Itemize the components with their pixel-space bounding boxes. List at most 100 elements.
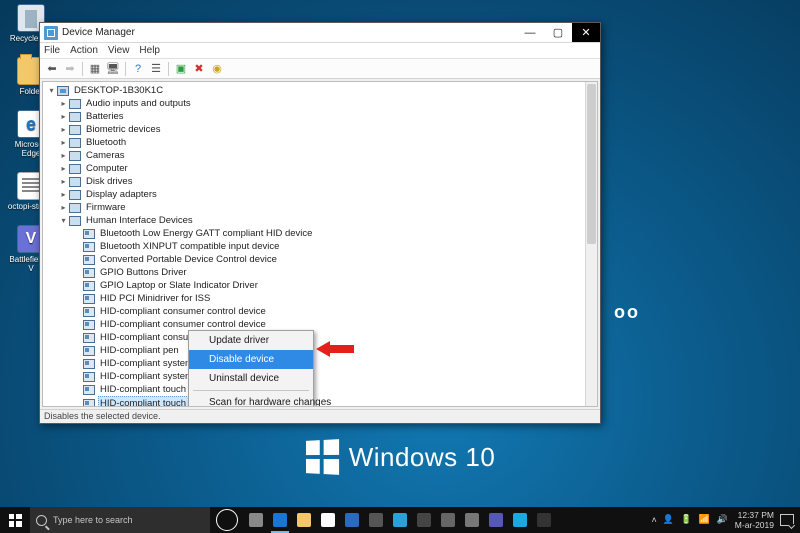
tree-node[interactable]: ▸Bluetooth bbox=[43, 136, 585, 149]
tree-node[interactable]: ▾Human Interface Devices bbox=[43, 214, 585, 227]
tree-node-label: Bluetooth Low Energy GATT compliant HID … bbox=[98, 227, 314, 240]
minimize-button[interactable]: ― bbox=[516, 23, 544, 42]
expand-icon[interactable] bbox=[73, 294, 82, 303]
tree-node[interactable]: Converted Portable Device Control device bbox=[43, 253, 585, 266]
tree-node[interactable]: Bluetooth XINPUT compatible input device bbox=[43, 240, 585, 253]
expand-icon[interactable] bbox=[73, 399, 82, 406]
taskbar-app-generic3[interactable] bbox=[412, 507, 436, 533]
expand-icon[interactable]: ▾ bbox=[59, 216, 68, 225]
expand-icon[interactable] bbox=[73, 255, 82, 264]
tree-node[interactable]: GPIO Laptop or Slate Indicator Driver bbox=[43, 279, 585, 292]
expand-icon[interactable]: ▾ bbox=[47, 86, 56, 95]
context-menu-item[interactable]: Update driver bbox=[189, 331, 313, 350]
context-menu-item[interactable]: Disable device bbox=[189, 350, 313, 369]
forward-button[interactable]: ➡ bbox=[62, 61, 78, 77]
expand-icon[interactable] bbox=[73, 372, 82, 381]
tree-node[interactable]: ▸Biometric devices bbox=[43, 123, 585, 136]
taskbar-app-mail[interactable] bbox=[340, 507, 364, 533]
start-button[interactable] bbox=[0, 507, 30, 533]
tray-battery-icon[interactable]: 🔋 bbox=[681, 514, 693, 526]
enable-button[interactable]: ▣ bbox=[173, 61, 189, 77]
taskbar-app-generic5[interactable] bbox=[460, 507, 484, 533]
expand-icon[interactable]: ▸ bbox=[59, 151, 68, 160]
expand-icon[interactable]: ▸ bbox=[59, 190, 68, 199]
taskbar-app-generic4[interactable] bbox=[436, 507, 460, 533]
task-view-button[interactable] bbox=[244, 507, 268, 533]
expand-icon[interactable]: ▸ bbox=[59, 112, 68, 121]
expand-icon[interactable] bbox=[73, 333, 82, 342]
tray-volume-icon[interactable]: 🔊 bbox=[717, 514, 729, 526]
tree-node[interactable]: HID-compliant touch pad bbox=[43, 383, 585, 396]
tree-node[interactable]: ▸Firmware bbox=[43, 201, 585, 214]
scrollbar-thumb[interactable] bbox=[587, 84, 596, 244]
context-menu-item[interactable]: Uninstall device bbox=[189, 369, 313, 388]
app-icon bbox=[44, 26, 58, 40]
tree-node[interactable]: Bluetooth Low Energy GATT compliant HID … bbox=[43, 227, 585, 240]
expand-icon[interactable] bbox=[73, 268, 82, 277]
expand-icon[interactable]: ▸ bbox=[59, 177, 68, 186]
expand-icon[interactable]: ▸ bbox=[59, 164, 68, 173]
system-tray[interactable]: ˄ 👤 🔋 📶 🔊 12:37 PM M-ar-2019 bbox=[646, 507, 800, 533]
tree-node[interactable]: HID-compliant pen bbox=[43, 344, 585, 357]
menu-item[interactable]: File bbox=[44, 45, 60, 56]
close-button[interactable]: ✕ bbox=[572, 23, 600, 42]
tree-node[interactable]: HID-compliant consumer control device bbox=[43, 318, 585, 331]
expand-icon[interactable] bbox=[73, 281, 82, 290]
scrollbar[interactable] bbox=[585, 82, 597, 406]
expand-icon[interactable] bbox=[73, 307, 82, 316]
expand-icon[interactable] bbox=[73, 320, 82, 329]
expand-icon[interactable]: ▸ bbox=[59, 138, 68, 147]
titlebar[interactable]: Device Manager ― ▢ ✕ bbox=[40, 23, 600, 43]
tree-node[interactable]: HID-compliant consumer control device bbox=[43, 331, 585, 344]
taskbar: Type here to search ˄ 👤 🔋 📶 🔊 12:37 PM M… bbox=[0, 507, 800, 533]
menu-item[interactable]: Help bbox=[139, 45, 160, 56]
taskbar-app-teams[interactable] bbox=[484, 507, 508, 533]
context-menu-item[interactable]: Scan for hardware changes bbox=[189, 393, 313, 407]
action-center-icon[interactable] bbox=[780, 514, 794, 526]
back-button[interactable]: ⬅ bbox=[44, 61, 60, 77]
cortana-button[interactable] bbox=[216, 509, 238, 531]
expand-icon[interactable] bbox=[73, 359, 82, 368]
tree-node[interactable]: ▸Cameras bbox=[43, 149, 585, 162]
devices-button[interactable]: 🖥 bbox=[105, 61, 121, 77]
taskbar-app-generic2[interactable] bbox=[388, 507, 412, 533]
tree-node[interactable]: ▸Disk drives bbox=[43, 175, 585, 188]
properties-button[interactable]: ☰ bbox=[148, 61, 164, 77]
tray-chevron-icon[interactable]: ˄ bbox=[652, 515, 657, 525]
expand-icon[interactable] bbox=[73, 242, 82, 251]
taskbar-app-store[interactable] bbox=[316, 507, 340, 533]
expand-icon[interactable]: ▸ bbox=[59, 203, 68, 212]
maximize-button[interactable]: ▢ bbox=[544, 23, 572, 42]
help-button[interactable]: ? bbox=[130, 61, 146, 77]
taskbar-app-generic6[interactable] bbox=[532, 507, 556, 533]
taskbar-app-generic1[interactable] bbox=[364, 507, 388, 533]
tree-node[interactable]: ▾DESKTOP-1B30K1C bbox=[43, 84, 585, 97]
menu-item[interactable]: Action bbox=[70, 45, 98, 56]
tree-node[interactable]: HID-compliant consumer control device bbox=[43, 305, 585, 318]
uninstall-button[interactable]: ✖ bbox=[191, 61, 207, 77]
expand-icon[interactable]: ▸ bbox=[59, 125, 68, 134]
expand-icon[interactable] bbox=[73, 346, 82, 355]
taskbar-clock[interactable]: 12:37 PM M-ar-2019 bbox=[735, 510, 774, 530]
menu-item[interactable]: View bbox=[108, 45, 130, 56]
expand-icon[interactable]: ▸ bbox=[59, 99, 68, 108]
scan-button[interactable]: ◉ bbox=[209, 61, 225, 77]
watermark-text: oo bbox=[614, 302, 640, 323]
tree-node[interactable]: GPIO Buttons Driver bbox=[43, 266, 585, 279]
taskbar-app-edge[interactable] bbox=[268, 507, 292, 533]
tree-node[interactable]: ▸Audio inputs and outputs bbox=[43, 97, 585, 110]
tree-node[interactable]: ▸Batteries bbox=[43, 110, 585, 123]
tray-people-icon[interactable]: 👤 bbox=[663, 514, 675, 526]
tree-node[interactable]: HID-compliant system controller bbox=[43, 357, 585, 370]
expand-icon[interactable] bbox=[73, 229, 82, 238]
tree-node[interactable]: HID PCI Minidriver for ISS bbox=[43, 292, 585, 305]
expand-icon[interactable] bbox=[73, 385, 82, 394]
tree-node[interactable]: ▸Display adapters bbox=[43, 188, 585, 201]
show-hidden-button[interactable]: ▦ bbox=[87, 61, 103, 77]
taskbar-app-explorer[interactable] bbox=[292, 507, 316, 533]
taskbar-app-c[interactable] bbox=[508, 507, 532, 533]
tree-node[interactable]: HID-compliant system controller bbox=[43, 370, 585, 383]
taskbar-search[interactable]: Type here to search bbox=[30, 507, 210, 533]
tree-node[interactable]: ▸Computer bbox=[43, 162, 585, 175]
tray-wifi-icon[interactable]: 📶 bbox=[699, 514, 711, 526]
